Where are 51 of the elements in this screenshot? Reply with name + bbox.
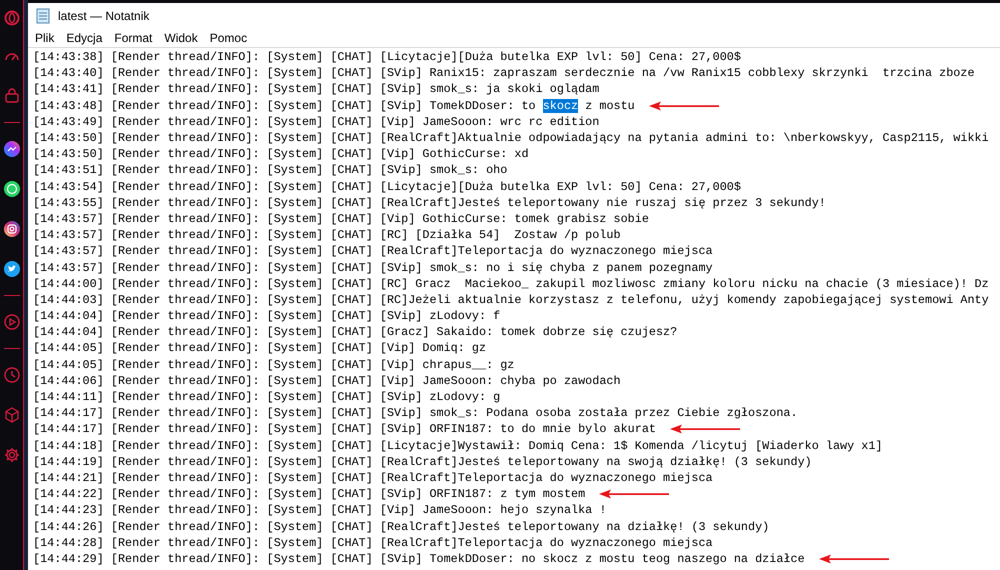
log-line: [14:44:17] [Render thread/INFO]: [System] [CHAT] [SVip] ORFIN187: to do mnie bylo akurat [33,421,656,438]
log-line: [14:44:26] [Render thread/INFO]: [System] [CHAT] [RealCraft]Jesteś teleportowany na działkę! (3 sekundy) [33,518,770,535]
log-line: [14:43:57] [Render thread/INFO]: [System] [CHAT] [RC] [Działka 54] Zostaw /p polub [33,227,621,244]
log-line: [14:44:04] [Render thread/INFO]: [System] [CHAT] [SVip] zLodovy: f [33,308,500,324]
log-line: [14:44:05] [Render thread/INFO]: [System] [CHAT] [Vip] chrapus__: gz [33,356,514,373]
logo-icon[interactable] [4,10,20,26]
log-line: [14:43:55] [Render thread/INFO]: [System] [CHAT] [RealCraft]Jesteś teleportowany nie ruszaj się przez 3 sekundy! [33,194,826,211]
annotation-arrow [599,489,670,500]
log-line: [14:44:03] [Render thread/INFO]: [System] [CHAT] [RC]Jeżeli aktualnie korzystasz z telefonu, użyj komendy zapobiegającej systemowi Anty [33,292,989,308]
log-line: [14:43:41] [Render thread/INFO]: [System] [CHAT] [SVip] smok_s: ja skoki oglądam [33,81,600,98]
menu-item[interactable]: Edycja [61,29,108,47]
log-line: [14:43:57] [Render thread/INFO]: [System] [CHAT] [Vip] GothicCurse: tomek grabisz sobie [33,210,649,227]
log-line: [14:43:48] [Render thread/INFO]: [System] [CHAT] [SVip] TomekDDoser: to skocz z mostu [33,98,635,114]
menu-item[interactable]: Plik [30,29,60,47]
log-line: [14:44:04] [Render thread/INFO]: [System] [CHAT] [Gracz] Sakaido: tomek dobrze się czujesz? [33,324,678,340]
window-title: latest — Notatnik [58,8,150,25]
log-line: [14:43:50] [Render thread/INFO]: [System] [CHAT] [Vip] GothicCurse: xd [33,146,529,162]
menu-item[interactable]: Format [109,29,158,47]
log-line: [14:44:11] [Render thread/INFO]: [System] [CHAT] [SVip] zLodovy: g [33,389,500,406]
log-line: [14:44:28] [Render thread/INFO]: [System] [CHAT] [RealCraft]Teleportacja do wyznaczonego miejsca [33,534,713,551]
log-line: [14:43:50] [Render thread/INFO]: [System] [CHAT] [RealCraft]Aktualnie odpowiadający na pytania admini to: \nberkowskyy, Casp2115, wikki [33,130,989,146]
log-line: [14:44:17] [Render thread/INFO]: [System] [CHAT] [SVip] smok_s: Podana osoba została przez Ciebie zgłoszona. [33,405,798,422]
notepad-icon [36,8,50,24]
log-line: [14:43:54] [Render thread/INFO]: [System] [CHAT] [Licytacje][Duża butelka EXP lvl: 50] Cena: 27,000$ [33,178,741,195]
log-line: [14:43:57] [Render thread/INFO]: [System] [CHAT] [RealCraft]Teleportacja do wyznaczonego miejsca [33,243,713,260]
log-line: [14:43:51] [Render thread/INFO]: [System] [CHAT] [SVip] smok_s: oho [33,162,508,178]
log-line: [14:44:18] [Render thread/INFO]: [System] [CHAT] [Licytacje]Wystawił: Domiq Cena: 1$ Komenda /licytuj [Wiaderko lawy x1] [33,438,883,454]
log-line: [14:43:49] [Render thread/INFO]: [System] [CHAT] [Vip] JameSooon: wrc rc edition [33,114,600,130]
log-line: [14:43:38] [Render thread/INFO]: [System] [CHAT] [Licytacje][Duża butelka EXP lvl: 50] Cena: 27,000$ [33,49,741,66]
menu-item[interactable]: Pomoc [204,29,252,47]
annotation-arrow [648,100,719,111]
cube-icon[interactable] [4,407,20,423]
log-line: [14:43:57] [Render thread/INFO]: [System] [CHAT] [SVip] smok_s: no i się chyba z panem pozegnamy [33,260,713,276]
log-line: [14:44:06] [Render thread/INFO]: [System] [CHAT] [Vip] JameSooon: chyba po zawodach [33,372,621,389]
log-line: [14:44:29] [Render thread/INFO]: [System] [CHAT] [SVip] TomekDDoser: no skocz z mostu teog naszego na działce [33,550,805,567]
log-line: [14:44:19] [Render thread/INFO]: [System] [CHAT] [RealCraft]Jesteś teleportowany na swoją działkę! (3 sekundy) [33,454,812,470]
play-icon[interactable] [4,314,20,330]
log-line: [14:43:40] [Render thread/INFO]: [System] [CHAT] [SVip] Ranix15: zapraszam serdecznie na /vw Ranix15 cobblexy skrzynki trzcina zboze [33,65,975,82]
log-line: [14:44:00] [Render thread/INFO]: [System] [CHAT] [RC] Gracz Maciekoo_ zakupil mozliwosc zmiany koloru nicku na chacie (3 miesiace)! Dz [33,276,989,292]
log-line: [14:44:05] [Render thread/INFO]: [System] [CHAT] [Vip] Domiq: gz [33,340,486,356]
annotation-arrow [670,424,740,434]
menu-item[interactable]: Widok [159,29,203,47]
bird-icon[interactable] [4,261,20,277]
log-line: [14:44:22] [Render thread/INFO]: [System] [CHAT] [SVip] ORFIN187: z tym mostem [33,486,586,502]
annotation-arrow [818,554,889,564]
settings-icon[interactable] [4,447,20,463]
messenger-icon[interactable] [4,141,20,157]
log-line: [14:44:23] [Render thread/INFO]: [System] [CHAT] [Vip] JameSooon: hejo szynalka ! [33,502,606,518]
log-line: [14:44:21] [Render thread/INFO]: [System] [CHAT] [RealCraft]Teleportacja do wyznaczonego miejsca [33,470,713,486]
clock-icon[interactable] [4,367,20,383]
camera-icon[interactable] [4,221,20,237]
